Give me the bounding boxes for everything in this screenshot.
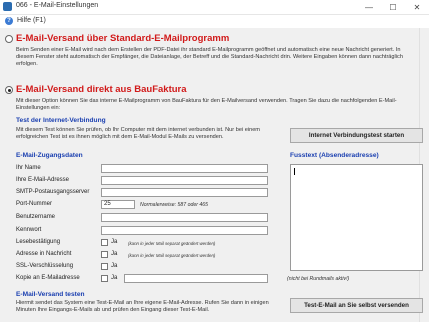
minimize-button[interactable]: — [357, 0, 381, 14]
read-receipt-hint: (kann in jeder Mail separat geändert wer… [128, 241, 216, 246]
window-title: 066 - E-Mail-Einstellungen [16, 2, 99, 9]
reply-address-checkbox[interactable] [101, 251, 108, 258]
password-input[interactable] [101, 226, 268, 235]
password-label: Kennwort [16, 227, 42, 233]
reply-address-ja: Ja [111, 251, 118, 257]
option-standard-mail-title[interactable]: E-Mail-Versand über Standard-E-Mailprogr… [16, 33, 229, 44]
ssl-ja: Ja [111, 263, 118, 269]
name-input[interactable] [101, 164, 268, 173]
option-direct-mail-title[interactable]: E-Mail-Versand direkt aus BauFaktura [16, 84, 187, 95]
port-hint: Normalerweise: 587 oder 465 [140, 202, 209, 208]
option-standard-mail-description: Beim Senden einer E-Mail wird nach dem E… [16, 47, 403, 67]
footer-text-area[interactable] [290, 164, 423, 271]
port-input[interactable]: 25 [101, 200, 135, 209]
close-button[interactable]: ✕ [405, 0, 429, 14]
maximize-button[interactable]: ☐ [381, 0, 405, 14]
option-direct-mail-radio[interactable] [5, 86, 13, 94]
smtp-input[interactable] [101, 188, 268, 197]
read-receipt-checkbox[interactable] [101, 239, 108, 246]
copy-email-input[interactable] [124, 274, 268, 283]
footer-text-heading: Fusstext (Absenderadresse) [290, 152, 379, 159]
send-test-heading: E-Mail-Versand testen [16, 291, 85, 298]
internet-test-description: Mit diesem Test können Sie prüfen, ob Ih… [16, 127, 260, 140]
title-bar: 066 - E-Mail-Einstellungen — ☐ ✕ [0, 0, 429, 15]
copy-label: Kopie an E-Mailadresse [16, 275, 80, 281]
smtp-label: SMTP-Postausgangsserver [16, 189, 90, 195]
port-label: Port-Nummer [16, 201, 53, 207]
email-input[interactable] [101, 176, 268, 185]
ssl-checkbox[interactable] [101, 263, 108, 270]
option-standard-mail-radio[interactable] [5, 35, 13, 43]
send-test-description: Hiermit sendet das System eine Test-E-Ma… [16, 300, 269, 313]
access-data-heading: E-Mail-Zugangsdaten [16, 152, 83, 159]
username-label: Benutzername [16, 214, 56, 220]
copy-ja: Ja [111, 275, 118, 281]
help-icon[interactable]: ? [5, 17, 13, 25]
read-receipt-ja: Ja [111, 239, 118, 245]
app-icon [3, 2, 12, 11]
internet-test-heading: Test der Internet-Verbindung [16, 117, 106, 124]
name-label: Ihr Name [16, 165, 41, 171]
reply-address-label: Adresse in Nachricht [16, 251, 72, 257]
reply-address-hint: (kann in jeder Mail separat geändert wer… [128, 253, 216, 258]
copy-hint: (nicht bei Rundmails aktiv!) [287, 276, 350, 282]
text-caret [294, 168, 295, 175]
read-receipt-label: Lesebestätigung [16, 239, 61, 245]
email-label: Ihre E-Mail-Adresse [16, 177, 70, 183]
ssl-label: SSL-Verschlüsselung [16, 263, 74, 269]
internet-test-button[interactable]: Internet Verbindungstest starten [290, 128, 423, 143]
send-test-button[interactable]: Test-E-Mail an Sie selbst versenden [290, 298, 423, 313]
menu-bar: ? Hilfe (F1) [0, 15, 429, 28]
copy-checkbox[interactable] [101, 275, 108, 282]
username-input[interactable] [101, 213, 268, 222]
option-direct-mail-description: Mit dieser Option können Sie das interne… [16, 98, 397, 111]
help-menu-item[interactable]: Hilfe (F1) [17, 17, 46, 24]
